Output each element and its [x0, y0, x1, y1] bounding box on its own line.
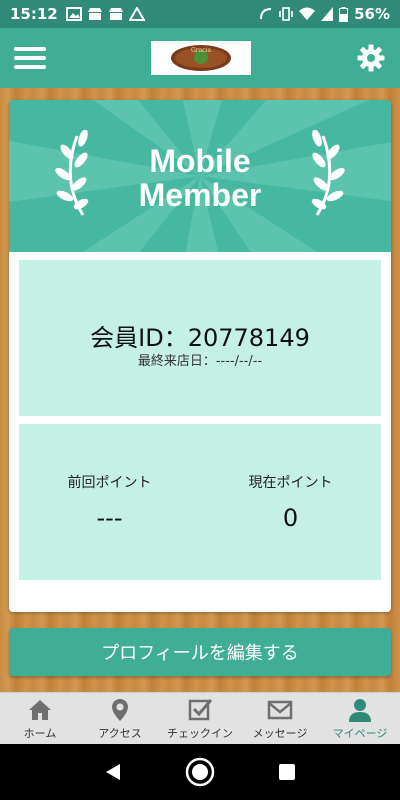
- member-id: 会員ID：20778149: [90, 324, 310, 352]
- app-header: Gracia: [0, 28, 400, 88]
- user-icon: [349, 698, 371, 722]
- tab-label: マイページ: [332, 726, 388, 740]
- edit-profile-button[interactable]: プロフィールを編集する: [9, 628, 391, 676]
- tab-label: メッセージ: [252, 726, 308, 740]
- system-nav-bar: [0, 744, 400, 800]
- current-points: 現在ポイント 0: [200, 472, 381, 532]
- mail-icon: [267, 700, 293, 719]
- hamburger-icon: [14, 47, 46, 51]
- vibrate-icon: [279, 7, 293, 21]
- current-points-label: 現在ポイント: [248, 475, 333, 491]
- shop-icon: [87, 8, 102, 20]
- tab-label: ホーム: [23, 726, 57, 740]
- tab-checkin[interactable]: チェックイン: [160, 693, 240, 744]
- status-bar: 15:12 56%: [0, 0, 400, 28]
- menu-button[interactable]: [14, 42, 46, 74]
- map-pin-icon: [112, 698, 128, 721]
- battery-icon: [339, 6, 349, 22]
- points-panel: 前回ポイント --- 現在ポイント 0: [19, 424, 381, 580]
- current-points-value: 0: [282, 504, 299, 532]
- wifi-icon: [299, 7, 316, 20]
- hero-banner: Mobile Member: [9, 100, 391, 252]
- previous-points-label: 前回ポイント: [67, 475, 152, 491]
- settings-gear-icon[interactable]: [356, 43, 386, 73]
- tab-bar: ホーム アクセス チェックイン メッセージ マイページ: [0, 692, 400, 744]
- home-icon: [29, 699, 51, 720]
- tab-mypage[interactable]: マイページ: [320, 693, 400, 744]
- alert-icon: [128, 7, 145, 21]
- recents-button[interactable]: [272, 757, 302, 787]
- tab-label: アクセス: [98, 726, 142, 740]
- tab-message[interactable]: メッセージ: [240, 693, 320, 744]
- tab-access[interactable]: アクセス: [80, 693, 160, 744]
- logo-text: Gracia: [191, 47, 212, 54]
- nfc-icon: [260, 8, 272, 20]
- previous-points-value: ---: [96, 504, 123, 532]
- member-id-panel: 会員ID：20778149 最終来店日：----/--/--: [19, 260, 381, 416]
- notification-icons: [65, 7, 145, 21]
- gallery-icon: [65, 7, 82, 21]
- hero-title-line2: Member: [138, 177, 262, 213]
- shop-logo-icon: Gracia: [171, 45, 231, 71]
- home-circle-icon: [185, 757, 215, 787]
- last-visit-date: 最終来店日：----/--/--: [137, 354, 263, 369]
- recents-square-icon: [278, 764, 295, 780]
- hero-title-line1: Mobile: [149, 143, 251, 179]
- signal-icon: [321, 7, 334, 21]
- member-card: Mobile Member 会員ID：20778149 最終来店日：----/-…: [9, 100, 391, 612]
- tab-home[interactable]: ホーム: [0, 693, 80, 744]
- shop-icon: [108, 8, 123, 20]
- battery-level: 56%: [354, 5, 390, 23]
- hero-title: Mobile Member: [9, 144, 391, 212]
- checkin-icon: [188, 698, 213, 720]
- back-button[interactable]: [98, 757, 128, 787]
- status-time: 15:12: [10, 5, 58, 23]
- previous-points: 前回ポイント ---: [19, 472, 200, 532]
- status-right: 56%: [259, 5, 390, 23]
- logo[interactable]: Gracia: [151, 41, 251, 75]
- tab-label: チェックイン: [167, 726, 233, 740]
- home-button[interactable]: [185, 757, 215, 787]
- back-triangle-icon: [106, 764, 121, 780]
